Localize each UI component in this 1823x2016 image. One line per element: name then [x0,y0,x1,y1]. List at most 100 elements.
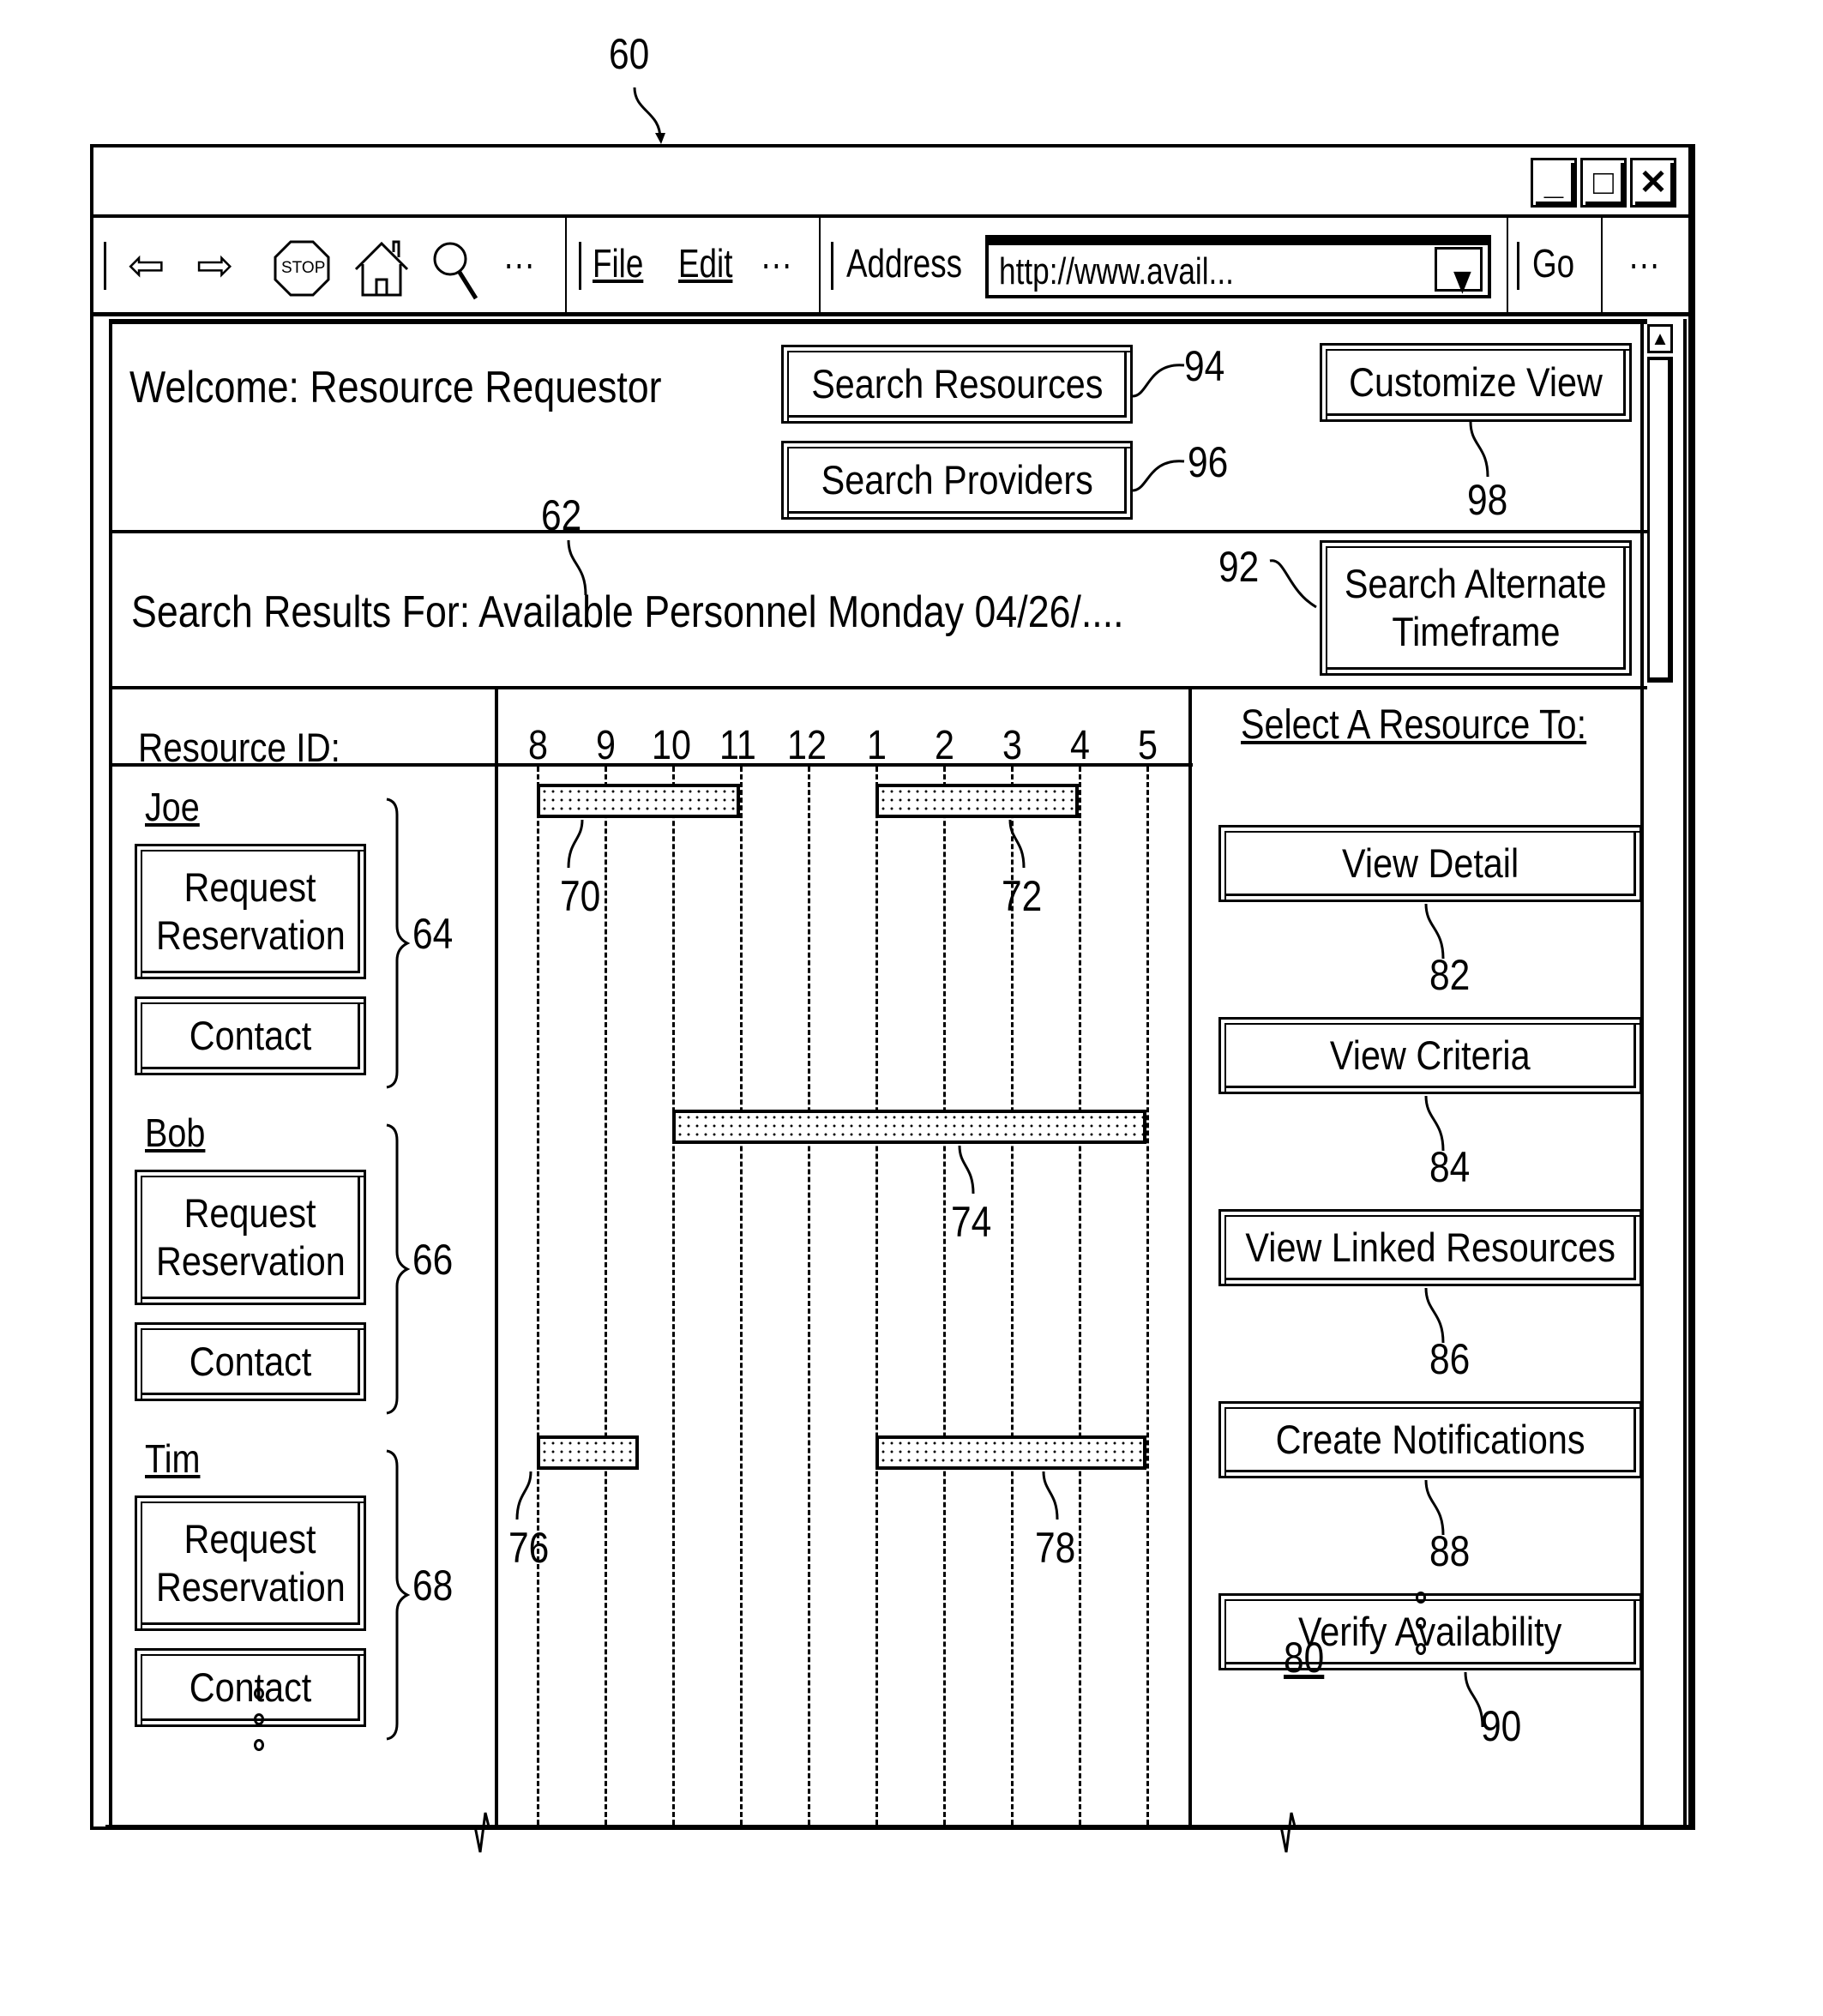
vertical-scrollbar[interactable]: ▲ [1640,319,1687,1828]
break-mark [1271,1812,1303,1853]
ref-label: 98 [1467,476,1508,524]
close-icon: ✕ [1639,164,1668,202]
home-button[interactable] [351,238,412,303]
leader-line [1132,364,1185,398]
magnifier-icon [433,242,478,300]
action-button[interactable]: Verify Availability [1218,1593,1642,1670]
column-divider [1188,688,1192,1828]
home-icon [354,240,409,297]
leader-line-window [633,87,665,144]
button-label: Contact [189,1338,312,1384]
availability-bar[interactable] [875,784,1079,818]
scroll-up-button[interactable]: ▲ [1647,324,1673,353]
more-actions-indicator [1416,1617,1426,1629]
resource-name[interactable]: Tim [145,1439,200,1478]
action-button[interactable]: View Detail [1218,825,1642,902]
hour-gridline [943,767,946,1825]
availability-bar[interactable] [537,1435,639,1470]
request-reservation-button[interactable]: Request Reservation [135,1495,366,1631]
search-button[interactable] [430,237,481,306]
section-divider [112,530,1647,533]
toolbar-separator [819,218,821,312]
ref-label-action-panel: 80 [1284,1634,1325,1682]
address-label: Address [846,241,962,286]
section-divider [112,686,1647,689]
go-button[interactable]: Go [1532,240,1574,286]
request-reservation-button[interactable]: Request Reservation [135,1170,366,1305]
break-mark [465,1812,497,1853]
hour-tick-label: 8 [528,723,548,768]
leader-line [1469,421,1489,478]
customize-view-button[interactable]: Customize View [1320,343,1632,422]
hour-gridline [537,767,539,1825]
browser-toolbar: ⇦ ⇨ STOP ··· File Edit ··· Address http:… [93,218,1688,316]
stop-button[interactable]: STOP [274,240,330,297]
menu-file[interactable]: File [593,240,643,286]
search-providers-button[interactable]: Search Providers [781,441,1133,520]
minimize-button[interactable]: _ [1531,158,1577,208]
leader-line [1269,559,1317,609]
scroll-thumb[interactable] [1647,357,1673,683]
toolbar-separator [1601,218,1603,312]
address-dropdown-button[interactable]: ▼ [1435,247,1483,301]
availability-bar[interactable] [672,1110,1146,1144]
ref-label: 92 [1218,543,1260,591]
button-label: Reservation [155,1564,346,1610]
forward-button[interactable]: ⇨ [196,238,234,293]
search-resources-button[interactable]: Search Resources [781,345,1133,424]
menu-overflow[interactable]: ··· [761,240,792,286]
title-bar: _ □ ✕ [93,147,1688,218]
back-arrow-icon: ⇦ [128,241,165,291]
menu-edit[interactable]: Edit [678,240,732,286]
ref-label-action: 88 [1429,1527,1471,1575]
browser-window: _ □ ✕ ⇦ ⇨ STOP ··· File Edit ··· Address… [90,144,1695,1830]
group-brace [386,1123,411,1415]
button-label: View Linked Resources [1245,1224,1615,1270]
hour-tick-label: 11 [719,723,756,768]
action-button[interactable]: Create Notifications [1218,1401,1642,1478]
hour-gridline [740,767,743,1825]
toolbar-separator [1507,218,1508,312]
toolbar-overflow-end[interactable]: ··· [1628,240,1660,286]
toolbar-separator [565,218,567,312]
resource-name[interactable]: Joe [145,787,200,827]
availability-bar[interactable] [875,1435,1146,1470]
button-label: View Criteria [1330,1032,1531,1078]
hour-tick-label: 2 [935,723,954,768]
toolbar-grip [831,242,833,290]
address-bar[interactable]: http://www.avail... ▼ [985,235,1491,301]
resource-name[interactable]: Bob [145,1113,205,1152]
action-button[interactable]: View Criteria [1218,1017,1642,1094]
web-page: Welcome: Resource Requestor Search Resou… [105,319,1692,1829]
contact-button[interactable]: Contact [135,1322,366,1401]
back-button[interactable]: ⇦ [128,238,165,293]
button-label: Contact [189,1664,312,1710]
group-brace [386,1449,411,1741]
ref-label-slot: 72 [1001,872,1042,920]
toolbar-overflow[interactable]: ··· [503,240,535,286]
chevron-down-icon: ▼ [1447,260,1477,302]
availability-bar[interactable] [537,784,740,818]
maximize-button[interactable]: □ [1580,158,1627,208]
ref-label-slot: 70 [559,872,600,920]
hour-gridline [605,767,607,1825]
hour-tick-label: 4 [1070,723,1090,768]
toolbar-grip [104,242,106,290]
more-resources-indicator [254,1739,264,1751]
ref-label: 96 [1188,438,1229,486]
more-actions-indicator [1416,1643,1426,1655]
hour-gridline [1011,767,1014,1825]
more-resources-indicator [254,1688,264,1700]
action-button[interactable]: View Linked Resources [1218,1209,1642,1286]
close-button[interactable]: ✕ [1630,158,1676,208]
resource-id-header: Resource ID: [138,725,340,770]
hour-tick-label: 9 [596,723,616,768]
search-alternate-timeframe-button[interactable]: Search Alternate Timeframe [1320,540,1632,676]
ref-label-slot: 74 [950,1198,991,1246]
ref-label-slot: 78 [1035,1524,1076,1572]
contact-button[interactable]: Contact [135,996,366,1075]
address-input[interactable]: http://www.avail... [999,250,1234,293]
contact-button[interactable]: Contact [135,1648,366,1727]
request-reservation-button[interactable]: Request Reservation [135,844,366,979]
ref-label-action: 84 [1429,1143,1471,1191]
